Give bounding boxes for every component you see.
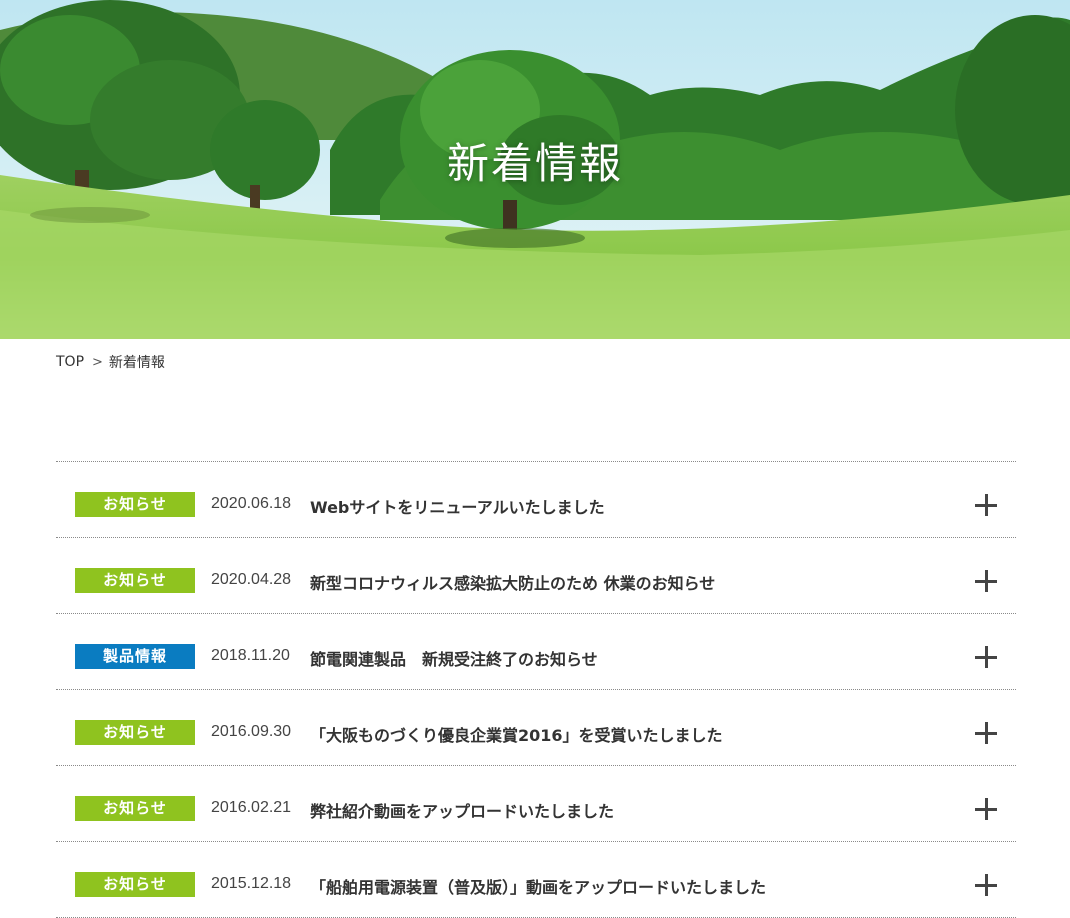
- news-title: 節電関連製品 新規受注終了のお知らせ: [310, 650, 598, 669]
- plus-icon[interactable]: [975, 494, 997, 516]
- news-item[interactable]: お知らせ 2016.09.30 「大阪ものづくり優良企業賞2016」を受賞いたし…: [56, 690, 1016, 766]
- news-date: 2016.02.21: [211, 799, 292, 816]
- news-title: 「船舶用電源装置（普及版）」動画をアップロードいたしました: [310, 878, 767, 897]
- plus-icon[interactable]: [975, 646, 997, 668]
- plus-icon[interactable]: [975, 798, 997, 820]
- plus-icon[interactable]: [975, 722, 997, 744]
- category-badge: 製品情報: [75, 644, 195, 669]
- category-badge: お知らせ: [75, 492, 195, 517]
- plus-icon[interactable]: [975, 570, 997, 592]
- hero-banner: 新着情報: [0, 0, 1070, 339]
- news-date: 2020.06.18: [211, 495, 292, 512]
- news-title: 弊社紹介動画をアップロードいたしました: [310, 802, 615, 821]
- category-badge: お知らせ: [75, 720, 195, 745]
- news-item[interactable]: お知らせ 2015.12.18 「船舶用電源装置（普及版）」動画をアップロードい…: [56, 842, 1016, 918]
- category-badge: お知らせ: [75, 796, 195, 821]
- plus-icon[interactable]: [975, 874, 997, 896]
- news-item[interactable]: 製品情報 2018.11.20 節電関連製品 新規受注終了のお知らせ: [56, 614, 1016, 690]
- news-title: Webサイトをリニューアルいたしました: [310, 498, 605, 517]
- category-badge: お知らせ: [75, 872, 195, 897]
- news-date: 2020.04.28: [211, 571, 292, 588]
- news-date: 2018.11.20: [211, 647, 290, 664]
- news-date: 2015.12.18: [211, 875, 292, 892]
- news-item[interactable]: お知らせ 2020.04.28 新型コロナウィルス感染拡大防止のため 休業のお知…: [56, 538, 1016, 614]
- page-title: 新着情報: [446, 139, 623, 188]
- breadcrumb-separator: >: [92, 354, 103, 370]
- news-item[interactable]: お知らせ 2020.06.18 Webサイトをリニューアルいたしました: [56, 462, 1016, 538]
- news-item[interactable]: お知らせ 2016.02.21 弊社紹介動画をアップロードいたしました: [56, 766, 1016, 842]
- news-title: 新型コロナウィルス感染拡大防止のため 休業のお知らせ: [310, 574, 716, 593]
- breadcrumb-current: 新着情報: [108, 355, 165, 371]
- breadcrumb-home-link[interactable]: TOP: [56, 354, 84, 370]
- breadcrumb: TOP > 新着情報: [56, 352, 165, 372]
- news-list: お知らせ 2020.06.18 Webサイトをリニューアルいたしました お知らせ…: [56, 461, 1016, 918]
- category-badge: お知らせ: [75, 568, 195, 593]
- news-date: 2016.09.30: [211, 723, 292, 740]
- news-title: 「大阪ものづくり優良企業賞2016」を受賞いたしました: [310, 726, 723, 745]
